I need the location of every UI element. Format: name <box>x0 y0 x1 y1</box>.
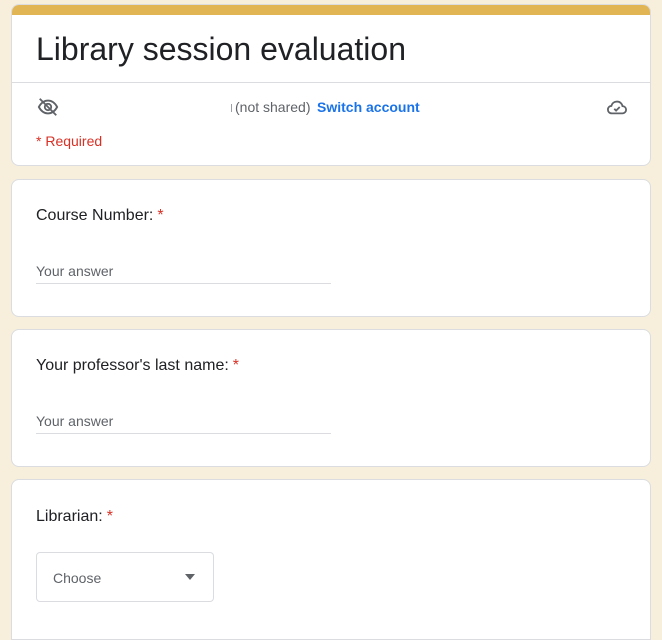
question-text: Librarian: <box>36 508 103 525</box>
eye-off-icon <box>37 98 59 116</box>
dropdown-value: Choose <box>53 570 102 586</box>
account-status: (not shared) <box>235 99 311 115</box>
form-header-card: Library session evaluation (not shared) … <box>11 4 651 166</box>
question-label: Your professor's last name: * <box>36 357 239 375</box>
account-row: (not shared) Switch account <box>36 95 628 119</box>
form-title: Library session evaluation <box>36 31 406 67</box>
librarian-dropdown[interactable]: Choose <box>36 552 214 602</box>
required-asterisk: * <box>232 357 240 374</box>
question-course-number: Course Number: * <box>11 179 651 317</box>
required-note: * Required <box>36 133 103 149</box>
course-number-input[interactable] <box>36 258 331 284</box>
question-professor-name: Your professor's last name: * <box>11 329 651 467</box>
caret-down-icon <box>185 574 195 580</box>
question-text: Course Number: <box>36 207 154 224</box>
required-asterisk: * <box>106 508 113 525</box>
professor-name-input[interactable] <box>36 408 331 434</box>
question-label: Course Number: * <box>36 207 164 225</box>
question-text: Your professor's last name: <box>36 357 229 374</box>
required-asterisk: * <box>157 207 164 224</box>
header-accent-bar <box>12 5 650 15</box>
header-divider <box>12 82 650 83</box>
cloud-done-icon <box>606 100 628 115</box>
question-librarian: Librarian: * Choose <box>11 479 651 640</box>
switch-account-link[interactable]: Switch account <box>317 99 420 115</box>
question-label: Librarian: * <box>36 508 113 526</box>
redacted-email <box>76 99 232 115</box>
